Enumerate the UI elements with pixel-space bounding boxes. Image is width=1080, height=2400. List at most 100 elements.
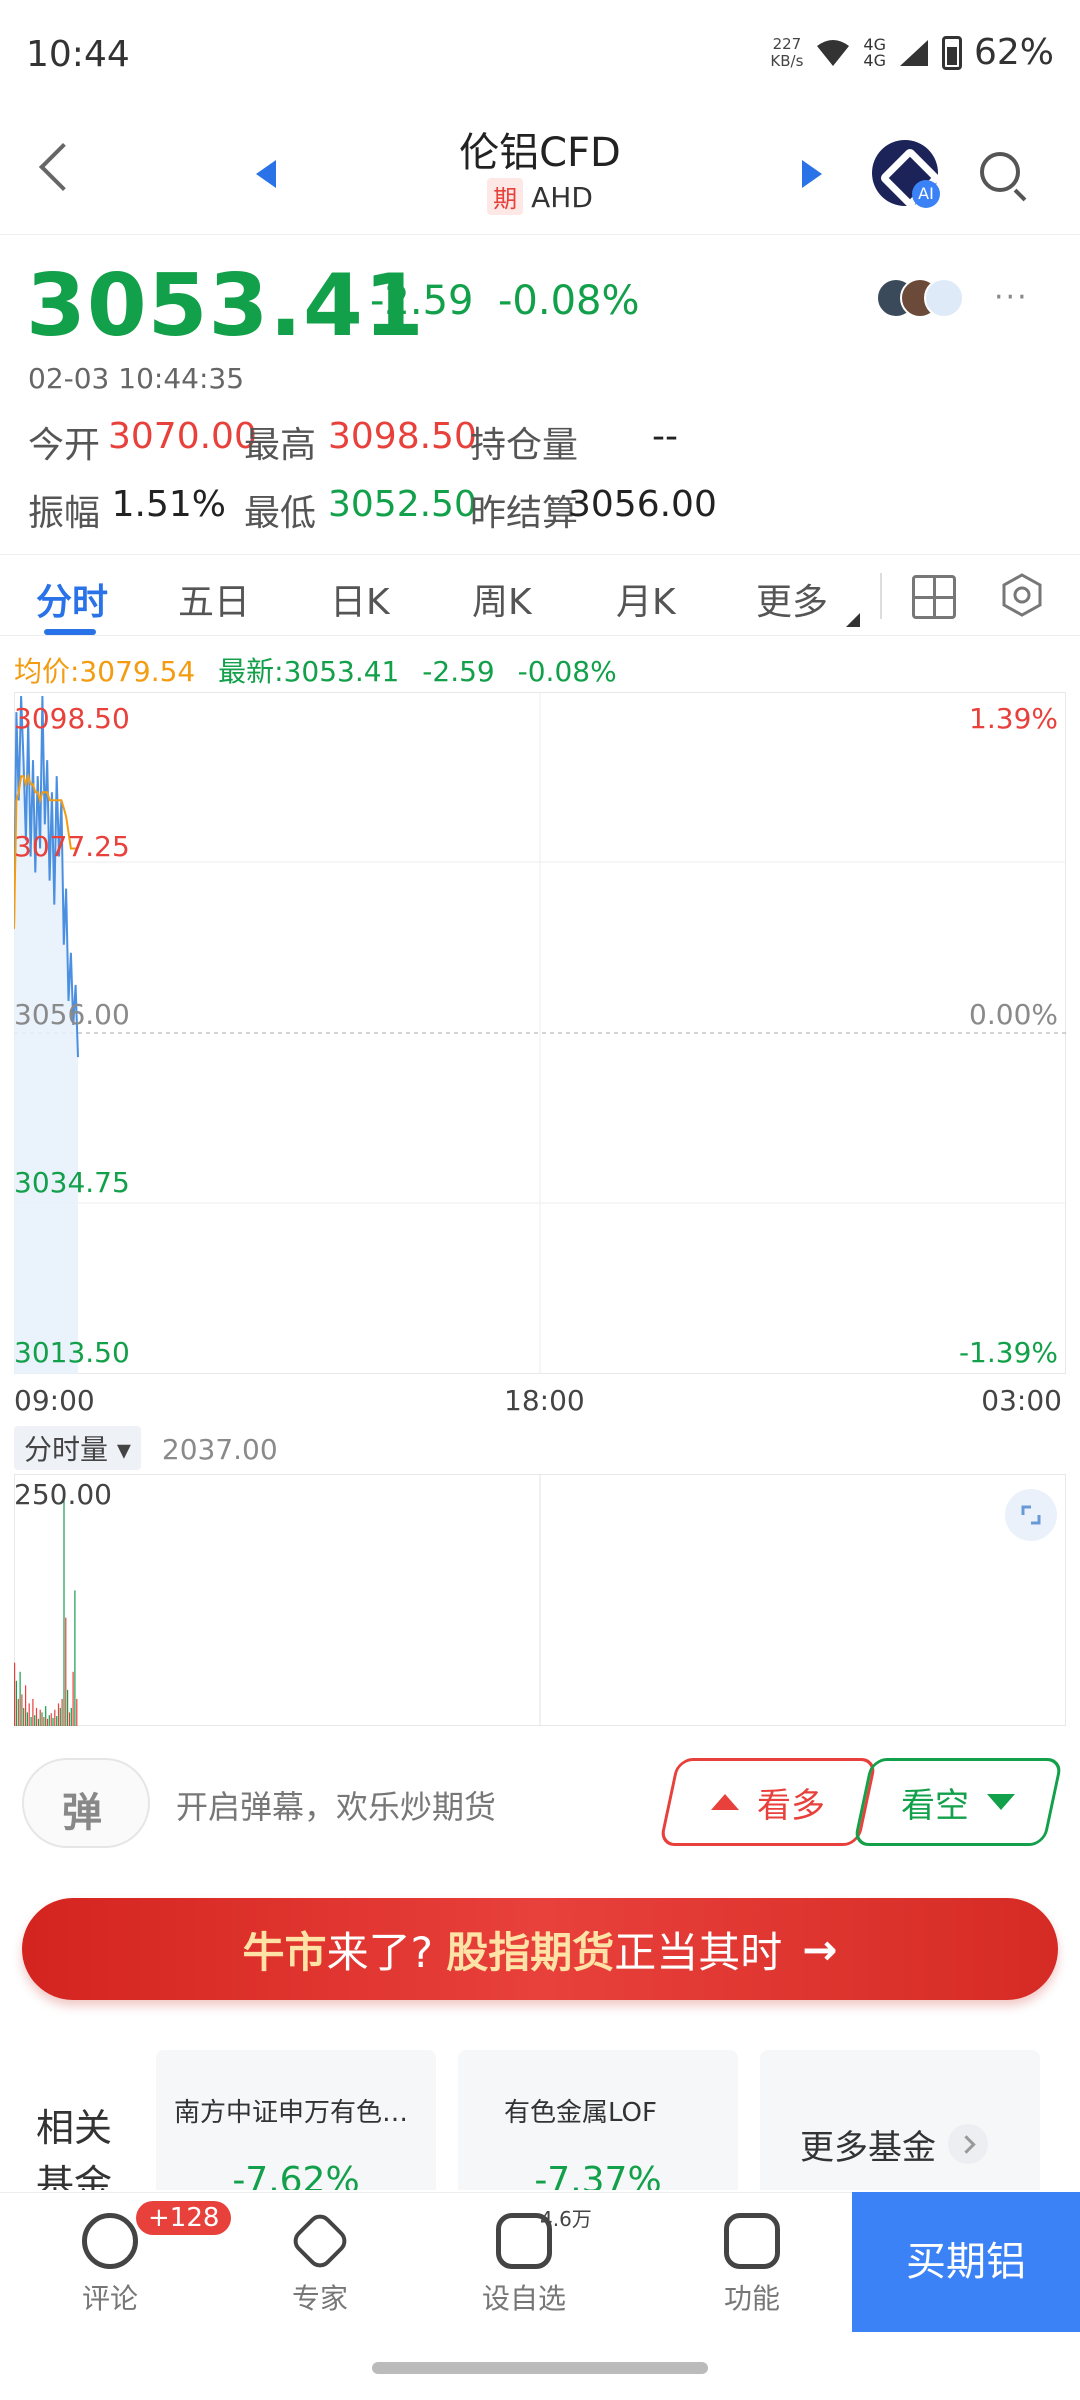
fund-card[interactable]: 南方中证申万有色金属... -7.62% (156, 2050, 436, 2190)
volume-bar (46, 1718, 49, 1726)
chart-tabs: 分时 五日 日K 周K 月K 更多 (0, 554, 1080, 636)
menu-list-icon (724, 2213, 780, 2269)
short-button[interactable]: 看空 (852, 1758, 1064, 1846)
settings-icon[interactable] (1000, 573, 1044, 617)
low-value: 3052.50 (328, 484, 477, 525)
volume-selector[interactable]: 分时量 ▾ (14, 1426, 141, 1470)
volume-max-label: 250.00 (14, 1478, 112, 1511)
status-time: 10:44 (26, 34, 130, 75)
volume-bar (32, 1698, 34, 1726)
volume-bar (52, 1717, 54, 1726)
y-pct-label: -1.39% (958, 1336, 1058, 1369)
volume-bar (68, 1712, 71, 1726)
legend-pct: -0.08% (517, 655, 617, 688)
amp-value: 1.51% (111, 484, 226, 525)
y-tick-label: 3034.75 (14, 1166, 130, 1199)
volume-bar (34, 1715, 36, 1726)
tab-more[interactable]: 更多 (756, 573, 828, 625)
watch-count: 4.6万 (540, 2207, 592, 2231)
volume-chart[interactable]: 250.00 (14, 1474, 1066, 1726)
community-avatars[interactable] (876, 278, 986, 320)
volume-value: 2037.00 (161, 1433, 278, 1466)
y-pct-label: 1.39% (969, 702, 1058, 735)
long-button[interactable]: 看多 (658, 1758, 878, 1846)
volume-chart-svg (14, 1474, 1066, 1726)
more-icon[interactable]: ··· (994, 280, 1029, 315)
y-tick-label: 3013.50 (14, 1336, 130, 1369)
volume-bar (30, 1717, 32, 1726)
quote-time: 02-03 10:44:35 (28, 362, 245, 395)
latest-price: 最新:3053.41 (218, 655, 400, 688)
open-label: 今开 (28, 425, 101, 466)
volume-bar (45, 1706, 47, 1726)
fund-change: -7.62% (232, 2160, 360, 2190)
volume-bar (25, 1685, 27, 1726)
volume-bar (37, 1718, 39, 1726)
expand-icon[interactable] (1004, 1488, 1058, 1542)
volume-bar (65, 1617, 67, 1726)
high-value: 3098.50 (328, 416, 477, 457)
high-label: 最高 (244, 425, 317, 466)
tab-five-day[interactable]: 五日 (178, 573, 250, 625)
up-arrow-icon (711, 1794, 739, 1810)
more-funds-label: 更多基金 (800, 2128, 936, 2168)
dropdown-corner-icon (846, 613, 860, 627)
volume-bar (39, 1709, 41, 1726)
promo-banner[interactable]: 牛市 来了? 股指期货 正当其时 → (22, 1898, 1058, 2000)
oi-value: -- (652, 416, 678, 457)
intraday-chart[interactable]: 3098.50 3077.25 3056.00 3034.75 3013.50 … (13, 692, 1066, 1374)
low-label: 最低 (244, 493, 317, 534)
x-tick-label: 03:00 (981, 1384, 1062, 1417)
danmaku-toggle[interactable]: 弹 (22, 1758, 150, 1848)
battery-level: 62% (973, 32, 1054, 73)
price-change-pct: -0.08% (498, 278, 640, 324)
net-speed: 227 KB/s (770, 34, 804, 70)
tab-monthly-k[interactable]: 月K (616, 573, 676, 625)
open-value: 3070.00 (108, 416, 257, 457)
signal-icon (899, 39, 928, 66)
volume-bar (67, 1689, 69, 1726)
status-bar: 10:44 227 KB/s 4G 4G 62% (0, 0, 1080, 110)
next-contract-icon[interactable] (802, 160, 822, 188)
contract-code-text: AHD (531, 181, 593, 214)
function-button[interactable]: 功能 (692, 2213, 812, 2317)
ai-assistant-icon[interactable]: AI (872, 140, 940, 208)
volume-bar (56, 1716, 58, 1726)
volume-bar (28, 1703, 30, 1726)
settle-label: 昨结算 (470, 493, 579, 534)
fund-change: -7.37% (534, 2160, 662, 2190)
volume-bar (15, 1680, 17, 1726)
arrow-right-icon: → (802, 1924, 838, 1974)
expert-button[interactable]: 专家 (260, 2209, 380, 2317)
active-tab-indicator (44, 629, 96, 635)
more-funds-card[interactable]: 更多基金 (760, 2050, 1040, 2190)
futures-tag: 期 (487, 178, 524, 215)
volume-bar (70, 1707, 72, 1726)
diamond-icon (288, 2209, 352, 2273)
related-label: 相关 基金 (36, 2106, 113, 2190)
volume-bar (63, 1491, 65, 1726)
stats-grid: 今开 3070.00 最高 3098.50 持仓量 -- 振幅 1.51% 最低… (28, 416, 1052, 552)
layout-grid-icon[interactable] (912, 575, 956, 619)
volume-header: 分时量 ▾ 2037.00 (14, 1426, 278, 1470)
network-type: 4G 4G (863, 34, 886, 70)
fund-card[interactable]: 有色金属LOF -7.37% (458, 2050, 738, 2190)
wifi-icon (817, 39, 850, 66)
volume-bar (61, 1698, 63, 1726)
volume-bar (74, 1590, 76, 1726)
down-arrow-icon (987, 1794, 1015, 1810)
volume-bar (41, 1712, 43, 1726)
tab-daily-k[interactable]: 日K (330, 573, 390, 625)
search-icon[interactable] (980, 152, 1020, 192)
fund-name: 有色金属LOF (504, 2098, 657, 2128)
y-pct-label: 0.00% (969, 998, 1058, 1031)
danmaku-input[interactable]: 开启弹幕，欢乐炒期货 (176, 1782, 496, 1828)
quote-panel: 3053.41 -2.59 -0.08% 02-03 10:44:35 ··· … (0, 236, 1080, 556)
y-tick-label: 3077.25 (14, 830, 130, 863)
amp-label: 振幅 (28, 493, 101, 534)
tab-weekly-k[interactable]: 周K (472, 573, 532, 625)
tab-intraday[interactable]: 分时 (36, 573, 108, 625)
buy-button[interactable]: 买期铝 (852, 2192, 1080, 2332)
x-tick-label: 18:00 (504, 1384, 585, 1417)
price-change: -2.59 (370, 278, 474, 324)
